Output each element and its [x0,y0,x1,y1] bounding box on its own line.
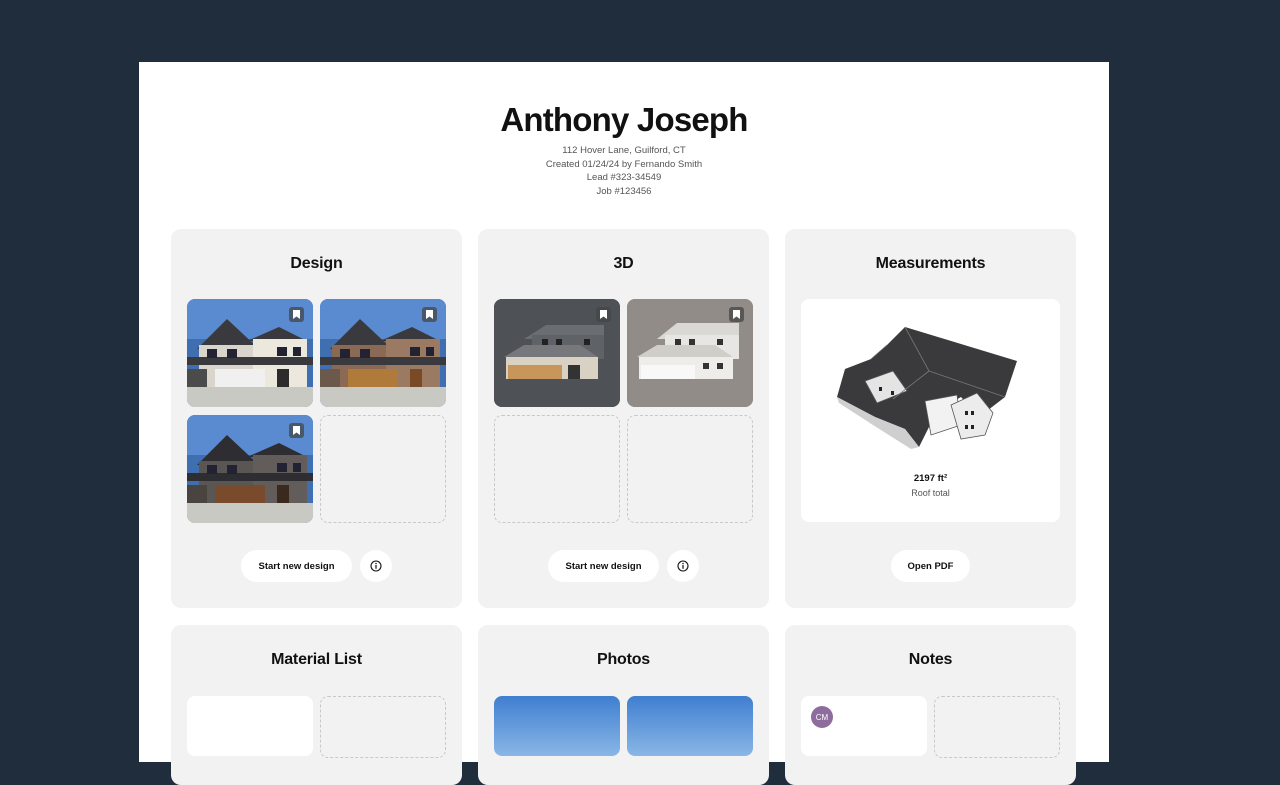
material-list-item[interactable] [187,696,313,756]
bookmark-icon[interactable] [289,423,304,438]
empty-material-slot[interactable] [320,696,446,758]
design-card-title: Design [290,255,343,272]
roof-area-label: Roof total [911,488,950,498]
info-icon[interactable] [666,550,699,582]
photo-thumbnail[interactable] [494,696,620,756]
job-page: Anthony Joseph 112 Hover Lane, Guilford,… [139,62,1109,785]
photo-thumbnail[interactable] [627,696,753,756]
3d-actions: Start new design [478,550,769,582]
roof-measurement-preview[interactable]: 2197 ft² Roof total [801,299,1060,522]
empty-3d-slot[interactable] [494,415,620,523]
created-info: Created 01/24/24 by Fernando Smith [545,158,703,170]
3d-card: 3D Start new design [478,229,769,608]
bookmark-icon[interactable] [422,307,437,322]
customer-name: Anthony Joseph [500,101,748,138]
photos-card: Photos [478,625,769,785]
design-thumbnail[interactable] [187,415,313,523]
start-new-3d-design-button[interactable]: Start new design [548,550,659,582]
empty-3d-slot[interactable] [627,415,753,523]
design-thumbnail[interactable] [187,299,313,407]
job-header: Anthony Joseph 112 Hover Lane, Guilford,… [139,62,1109,198]
notes-card-title: Notes [908,651,953,668]
empty-design-slot[interactable] [320,415,446,523]
design-card: Design Start new design [171,229,462,608]
measurements-actions: Open PDF [785,550,1076,582]
avatar: CM [811,706,833,728]
design-actions: Start new design [171,550,462,582]
material-list-card: Material List [171,625,462,785]
customer-address: 112 Hover Lane, Guilford, CT [562,145,686,156]
bookmark-icon[interactable] [729,307,744,322]
empty-note-slot[interactable] [934,696,1060,758]
measurements-card-title: Measurements [875,255,986,272]
lead-number: Lead #323-34549 [586,172,662,184]
3d-card-title: 3D [613,255,634,272]
start-new-design-button[interactable]: Start new design [241,550,352,582]
roof-area-value: 2197 ft² [913,473,948,484]
roof-diagram-image [837,326,1017,449]
note-item[interactable]: CM [801,696,927,756]
3d-model-thumbnail[interactable] [494,299,620,407]
job-meta: 112 Hover Lane, Guilford, CT Created 01/… [139,144,1109,198]
info-icon[interactable] [359,550,392,582]
measurements-card: Measurements 2197 ft² Roof total Open PD… [785,229,1076,608]
photos-card-title: Photos [596,651,651,668]
design-thumbnail[interactable] [320,299,446,407]
bookmark-icon[interactable] [289,307,304,322]
3d-model-thumbnail[interactable] [627,299,753,407]
material-list-card-title: Material List [271,651,362,668]
notes-card: Notes CM [785,625,1076,785]
job-number: Job #123456 [596,185,652,197]
bookmark-icon[interactable] [596,307,611,322]
open-pdf-button[interactable]: Open PDF [890,550,971,582]
